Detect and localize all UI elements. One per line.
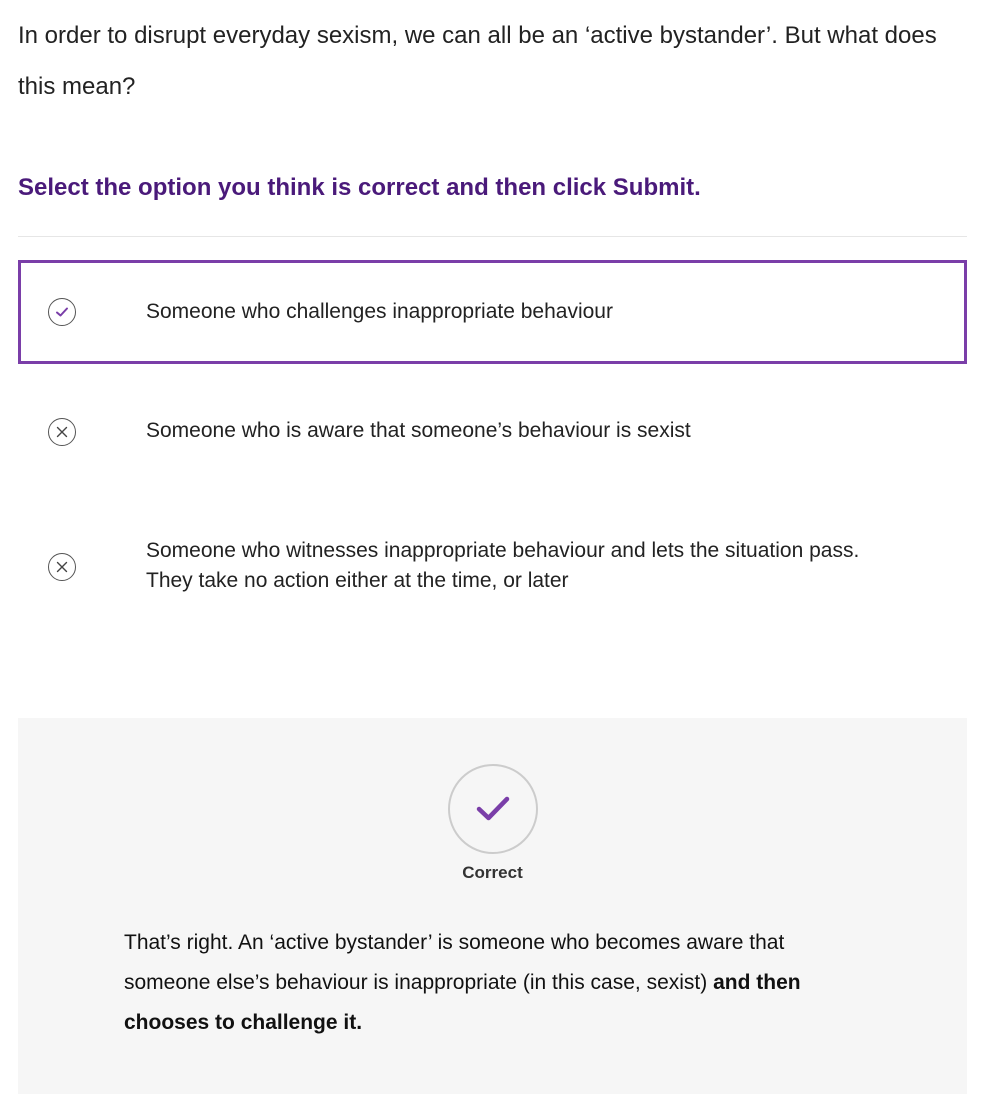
quiz-page: In order to disrupt everyday sexism, we … (0, 0, 998, 1118)
answer-option-2[interactable]: Someone who is aware that someone’s beha… (18, 380, 967, 484)
check-circle-icon (48, 298, 76, 326)
x-circle-icon (48, 553, 76, 581)
answer-option-label: Someone who is aware that someone’s beha… (146, 419, 691, 442)
answer-option-label: Someone who challenges inappropriate beh… (146, 300, 613, 323)
answer-option-3[interactable]: Someone who witnesses inappropriate beha… (18, 520, 967, 620)
answer-option-label: Someone who witnesses inappropriate beha… (146, 539, 860, 592)
check-icon (448, 764, 538, 854)
feedback-text: That’s right. An ‘active bystander’ is s… (124, 931, 785, 994)
feedback-status: Correct (462, 863, 523, 882)
answer-option-1[interactable]: Someone who challenges inappropriate beh… (18, 260, 967, 364)
question-intro: In order to disrupt everyday sexism, we … (18, 22, 937, 100)
x-circle-icon (48, 418, 76, 446)
feedback-panel: Correct That’s right. An ‘active bystand… (18, 718, 967, 1094)
feedback-message: That’s right. An ‘active bystander’ is s… (124, 923, 864, 1043)
divider (18, 236, 967, 237)
instruction-heading: Select the option you think is correct a… (18, 174, 701, 201)
